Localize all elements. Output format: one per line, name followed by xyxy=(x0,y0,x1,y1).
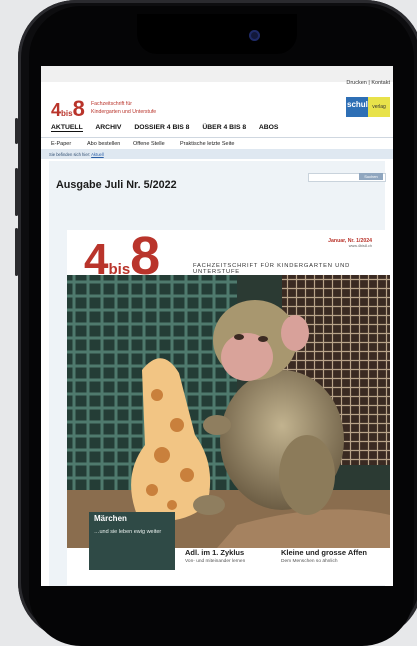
cover-photo-monkey xyxy=(67,275,390,548)
subnav-offene-stelle[interactable]: Offene Stelle xyxy=(133,141,165,147)
breadcrumb-prefix: Sie befinden sich hier: xyxy=(49,152,91,157)
sub-navigation: E-Paper Abo bestellen Offene Stelle Prak… xyxy=(41,138,393,149)
subnav-praktische-letzte-seite[interactable]: Praktische letzte Seite xyxy=(180,141,234,147)
volume-down-button xyxy=(15,228,18,276)
story2-title: Kleine und grosse Affen xyxy=(281,548,367,557)
browser-top-bar xyxy=(41,66,393,82)
logo-tagline-1: Fachzeitschrift für xyxy=(91,101,132,107)
logo-eight: 8 xyxy=(72,96,85,121)
schulverlag-logo[interactable]: schul verlag xyxy=(346,97,390,117)
search-button[interactable]: Suchen xyxy=(359,173,383,180)
nav-archiv[interactable]: ARCHIV xyxy=(95,124,121,131)
logo-tagline: Fachzeitschrift für Kindergarten und Unt… xyxy=(91,100,156,116)
main-navigation: AKTUELL ARCHIV DOSSIER 4 BIS 8 ÜBER 4 BI… xyxy=(51,124,289,132)
breadcrumb: Sie befinden sich hier: Aktuell xyxy=(41,149,393,159)
nav-abos[interactable]: ABOS xyxy=(259,124,279,131)
schulverlag-logo-plus: verlag xyxy=(368,97,390,117)
logo-four: 4 xyxy=(51,100,62,120)
volume-up-button xyxy=(15,168,18,216)
cover-website: www.4bis8.ch xyxy=(348,244,372,248)
cover-subtitle: FACHZEITSCHRIFT FÜR KINDERGARTEN UND UNT… xyxy=(193,263,351,275)
story2-subtitle: Dem Menschen so ähnlich xyxy=(281,559,338,564)
subnav-epaper[interactable]: E-Paper xyxy=(51,141,71,147)
story1-title: Adl. im 1. Zyklus xyxy=(185,548,245,557)
mute-switch xyxy=(15,118,18,144)
site-logo[interactable]: 4bis8 xyxy=(51,96,85,122)
nav-ueber[interactable]: ÜBER 4 BIS 8 xyxy=(202,124,246,131)
phone-notch xyxy=(137,14,297,54)
schulverlag-logo-text: schul xyxy=(347,100,368,109)
feature-box-maerchen[interactable]: Märchen …und sie leben ewig weiter xyxy=(89,512,175,570)
story1-subtitle: Von- und miteinander lernen xyxy=(185,559,246,564)
utility-links[interactable]: Drucken | Kontakt xyxy=(346,80,390,86)
feature-text: …und sie leben ewig weiter xyxy=(94,529,162,535)
story-affen[interactable]: Kleine und grosse Affen Dem Menschen so … xyxy=(281,548,367,564)
logo-bis: bis xyxy=(61,109,73,118)
subnav-abo-bestellen[interactable]: Abo bestellen xyxy=(87,141,120,147)
breadcrumb-link[interactable]: Aktuell xyxy=(91,152,104,157)
page-title: Ausgabe Juli Nr. 5/2022 xyxy=(56,179,177,191)
story-adl[interactable]: Adl. im 1. Zyklus Von- und miteinander l… xyxy=(185,548,245,564)
nav-dossier[interactable]: DOSSIER 4 BIS 8 xyxy=(134,124,189,131)
content-area: Suchen Ausgabe Juli Nr. 5/2022 4bis8 FAC… xyxy=(49,161,390,586)
logo-tagline-2: Kindergarten und Unterstufe xyxy=(91,109,157,115)
browser-screen: Drucken | Kontakt 4bis8 Fachzeitschrift … xyxy=(41,66,393,586)
magazine-cover[interactable]: 4bis8 FACHZEITSCHRIFT FÜR KINDERGARTEN U… xyxy=(67,226,390,585)
nav-aktuell[interactable]: AKTUELL xyxy=(51,124,83,132)
camera-icon xyxy=(249,30,260,41)
feature-title: Märchen xyxy=(94,514,127,523)
